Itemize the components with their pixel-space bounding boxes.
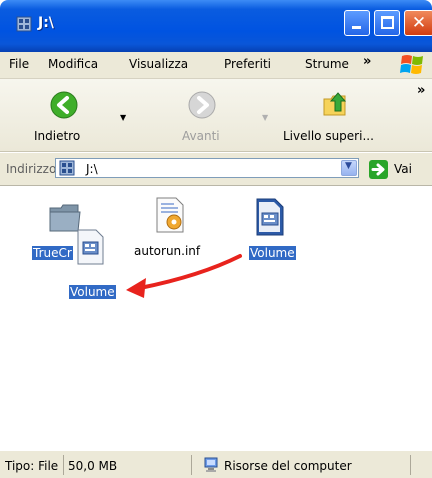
windows-logo	[396, 52, 432, 78]
windows-flag-icon	[400, 55, 423, 74]
computer-icon	[204, 457, 218, 472]
status-bar: Tipo: File D 50,0 MB Risorse del compute…	[0, 450, 432, 478]
menu-modifica-label: Modifica	[48, 57, 99, 71]
back-button[interactable]: Indietro ▼	[0, 79, 126, 151]
forward-button[interactable]: Avanti	[180, 79, 250, 151]
forward-arrow-icon	[188, 91, 216, 119]
window-title: J:\	[38, 15, 54, 31]
up-level-button[interactable]: Livello superi...	[277, 79, 402, 151]
go-arrow-icon[interactable]	[369, 160, 388, 179]
status-size: 50,0 MB	[68, 459, 118, 473]
maximize-button[interactable]	[374, 10, 400, 36]
maximize-icon	[381, 16, 394, 29]
menu-strumenti[interactable]: Strume	[305, 57, 349, 71]
drive-icon	[16, 16, 32, 32]
menu-modifica[interactable]: Modifica	[48, 57, 98, 71]
up-level-label: Livello superi...	[283, 129, 374, 143]
back-arrow-icon	[50, 91, 78, 119]
address-value: J:\	[86, 162, 98, 176]
close-icon: ✕	[411, 13, 427, 33]
address-input[interactable]: J:\ ▼	[55, 158, 359, 178]
go-button[interactable]: Vai	[394, 162, 412, 176]
menu-visualizza[interactable]: Visualizza	[129, 57, 188, 71]
folder-up-icon	[323, 92, 347, 116]
title-bar[interactable]: J:\ ✕	[0, 0, 432, 52]
back-label: Indietro	[34, 129, 81, 143]
forward-label: Avanti	[182, 129, 220, 143]
status-divider	[191, 455, 193, 475]
menu-preferiti-label: Preferiti	[224, 57, 271, 71]
drive-icon	[59, 160, 75, 176]
menu-visualizza-label: Visualizza	[129, 57, 189, 71]
minimize-icon	[352, 26, 361, 29]
status-divider	[63, 455, 65, 475]
menu-preferiti[interactable]: Preferiti	[224, 57, 271, 71]
drag-arrow	[126, 254, 242, 298]
toolbar-overflow-chevron[interactable]: »	[417, 83, 425, 98]
toolbar: Indietro ▼ Avanti ▼ Livello superi... »	[0, 79, 432, 152]
back-dropdown-icon[interactable]: ▼	[120, 113, 126, 122]
address-dropdown-button[interactable]: ▼	[341, 160, 357, 176]
file-list-area[interactable]: TrueCr Volume autorun.inf Volume	[0, 186, 432, 450]
menu-bar: File Modifica Visualizza Preferiti Strum…	[0, 52, 432, 79]
menu-file-label: File	[9, 57, 30, 71]
go-arrow-glyph	[371, 163, 385, 176]
menu-file[interactable]: File	[9, 57, 29, 71]
close-button[interactable]: ✕	[404, 10, 432, 36]
minimize-button[interactable]	[344, 10, 370, 36]
status-divider	[410, 455, 412, 475]
address-label: Indirizzo	[6, 162, 57, 176]
forward-dropdown-icon: ▼	[262, 113, 269, 122]
chevron-down-icon: ▼	[345, 161, 352, 171]
menu-overflow-chevron[interactable]: »	[363, 54, 371, 69]
address-bar: Indirizzo J:\ ▼ Vai	[0, 153, 432, 186]
status-location: Risorse del computer	[224, 459, 352, 473]
status-type: Tipo: File D	[5, 459, 60, 473]
menu-strumenti-label: Strume	[305, 57, 349, 71]
